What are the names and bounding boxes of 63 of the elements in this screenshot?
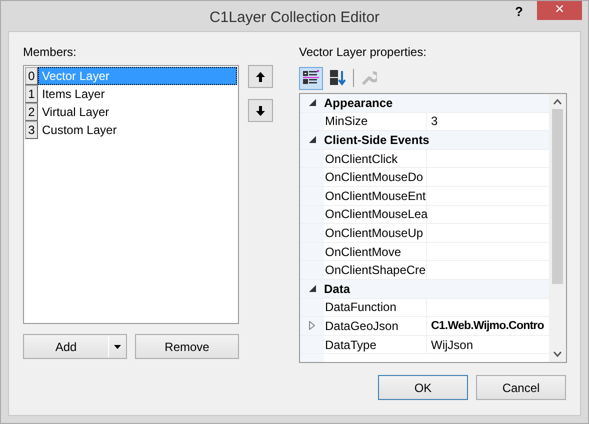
move-up-button[interactable] [248,65,273,88]
move-down-button[interactable] [248,99,273,122]
property-row[interactable]: OnClientMove [300,242,549,262]
member-item[interactable]: Items Layer [38,85,237,103]
property-name: OnClientShapeCre [324,261,427,279]
property-value[interactable]: C1.Web.Wijmo.Contro [427,320,549,332]
arrow-down-icon [256,106,265,116]
property-name: OnClientClick [324,150,427,168]
property-row[interactable]: DataFunction [300,298,549,318]
categorized-button[interactable] [299,66,323,90]
member-item[interactable]: Virtual Layer [38,103,237,121]
property-row[interactable]: OnClientShapeCre [300,261,549,280]
category-row[interactable]: Client-Side Events [300,131,549,150]
window-title: C1Layer Collection Editor [209,8,380,26]
property-name: OnClientMouseLea [324,206,427,224]
help-button[interactable]: ? [515,4,523,19]
property-row[interactable]: MinSize 3 [300,112,549,132]
remove-button[interactable]: Remove [135,334,239,359]
add-button[interactable]: Add [23,334,127,359]
category-label: Appearance [324,96,393,110]
expand-triangle-icon[interactable] [309,321,315,330]
property-row[interactable]: DataGeoJson C1.Web.Wijmo.Contro [300,317,549,336]
ok-button[interactable]: OK [378,375,468,400]
close-button[interactable]: × [537,1,582,20]
property-row[interactable]: OnClientMouseLea [300,206,549,224]
property-row[interactable]: OnClientClick [300,150,549,168]
collapse-triangle-icon[interactable] [308,136,316,144]
cancel-button[interactable]: Cancel [476,375,566,400]
index-label: 1 [25,85,38,103]
category-row[interactable]: Data [300,280,549,299]
category-row[interactable]: Appearance [300,94,549,113]
properties-label: Vector Layer properties: [299,45,428,61]
property-row[interactable]: OnClientMouseEnt [300,186,549,206]
property-name: OnClientMove [324,242,427,260]
index-label: 0 [25,67,38,85]
property-row[interactable]: OnClientMouseDo [300,168,549,187]
members-label: Members: [23,45,78,61]
scrollbar[interactable] [549,94,566,362]
property-name: DataGeoJson [324,317,427,335]
index-label: 3 [25,121,38,139]
category-label: Client-Side Events [324,132,430,147]
arrow-up-icon [256,72,265,82]
scroll-up-icon[interactable] [553,99,562,105]
property-name: DataFunction [324,298,427,316]
scroll-down-icon[interactable] [553,351,562,357]
member-item[interactable]: Custom Layer [38,121,237,139]
wrench-icon [361,70,377,86]
caret-icon [114,344,121,348]
scroll-thumb[interactable] [552,109,563,284]
categorized-list-icon [303,70,319,86]
category-label: Data [324,282,350,296]
collapse-triangle-icon[interactable] [308,285,316,292]
property-row[interactable]: OnClientMouseUp [300,224,549,243]
property-name: OnClientMouseDo [324,168,427,186]
property-value[interactable]: 3 [427,114,549,128]
property-name: OnClientMouseEnt [324,186,427,205]
property-name: DataType [324,336,427,354]
property-row[interactable]: DataType WijJson [300,336,549,354]
property-name: MinSize [324,112,427,130]
property-name: OnClientMouseUp [324,224,427,242]
collapse-triangle-icon[interactable] [308,99,316,106]
property-value[interactable]: WijJson [427,338,549,352]
index-label: 2 [25,103,38,121]
